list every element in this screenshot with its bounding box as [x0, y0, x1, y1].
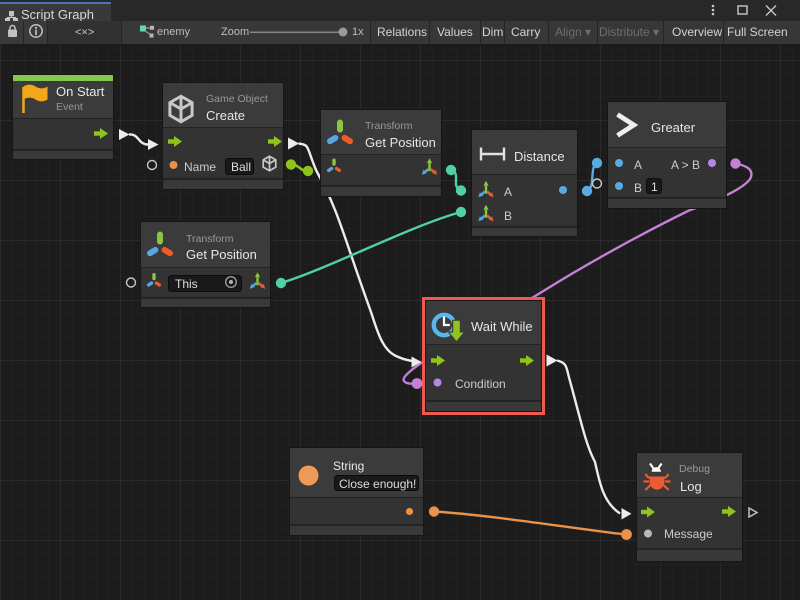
svg-text:<×>: <×>	[75, 27, 94, 39]
